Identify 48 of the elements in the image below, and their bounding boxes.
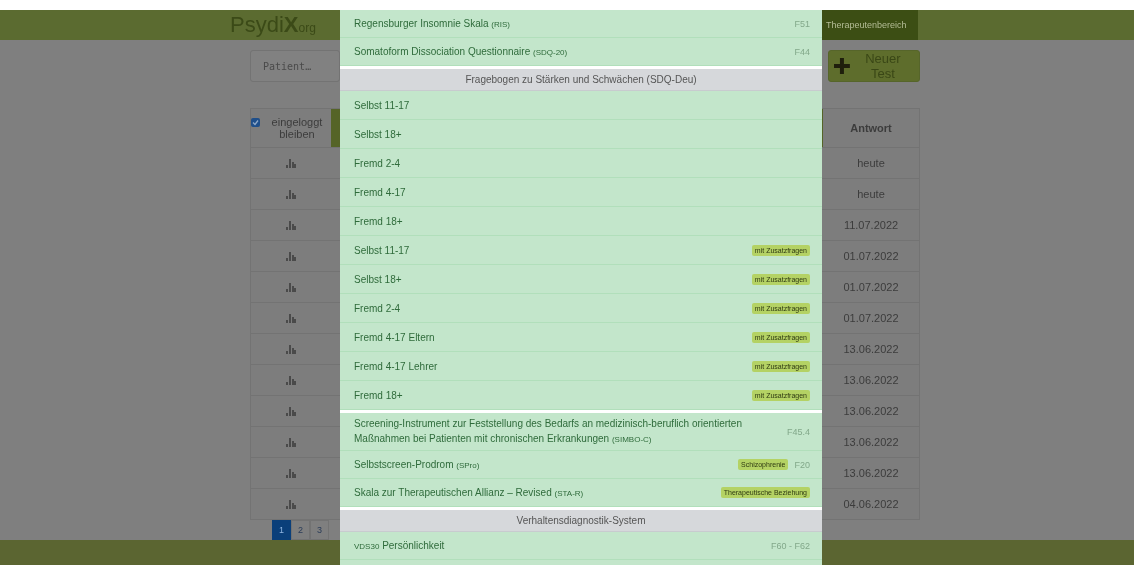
- date-cell: 13.06.2022: [843, 436, 899, 449]
- bar-chart-icon[interactable]: [286, 158, 296, 169]
- test-list-item[interactable]: Fremd 2-4: [340, 149, 822, 178]
- section-header: Verhaltensdiagnostik-System: [340, 510, 822, 532]
- test-list-item[interactable]: VDS30 Persönlichkeit F60 - F62: [340, 532, 822, 560]
- bar-chart-icon[interactable]: [286, 344, 296, 355]
- test-list-item[interactable]: Fremd 18+: [340, 207, 822, 236]
- diagnosis-code: F20: [794, 459, 810, 470]
- date-cell: 13.06.2022: [843, 405, 899, 418]
- date-cell: heute: [857, 188, 885, 201]
- page-button[interactable]: 2: [291, 520, 310, 541]
- date-cell: 04.06.2022: [843, 498, 899, 511]
- page-button[interactable]: 3: [310, 520, 329, 541]
- bar-chart-icon[interactable]: [286, 220, 296, 231]
- bar-chart-icon[interactable]: [286, 189, 296, 200]
- date-cell: heute: [857, 157, 885, 170]
- plus-icon: [834, 58, 850, 75]
- bar-chart-icon[interactable]: [286, 406, 296, 417]
- date-cell: 13.06.2022: [843, 343, 899, 356]
- test-list-item[interactable]: Selbst 18+: [340, 120, 822, 149]
- bar-chart-icon[interactable]: [286, 313, 296, 324]
- checkbox-label: eingeloggt bleiben: [270, 116, 324, 141]
- date-cell: 11.07.2022: [843, 219, 899, 232]
- diagnosis-code: F60 - F62: [771, 540, 810, 551]
- bar-chart-icon[interactable]: [286, 499, 296, 510]
- bar-chart-icon[interactable]: [286, 375, 296, 386]
- diagnosis-code: F44: [794, 46, 810, 57]
- diagnosis-code: F51: [794, 18, 810, 29]
- test-list-item[interactable]: Fremd 4-17: [340, 178, 822, 207]
- bar-chart-icon[interactable]: [286, 251, 296, 262]
- section-header: Fragebogen zu Stärken und Schwächen (SDQ-Deu): [340, 69, 822, 91]
- test-list-item[interactable]: Selbst 11-17: [340, 91, 822, 120]
- date-cell: 13.06.2022: [843, 374, 899, 387]
- date-cell: 01.07.2022: [843, 250, 899, 263]
- therapist-area-button[interactable]: Therapeutenbereich: [822, 10, 918, 41]
- date-cell: 01.07.2022: [843, 281, 899, 294]
- bar-chart-icon[interactable]: [286, 282, 296, 293]
- test-list-item[interactable]: Screening-Instrument zur Feststellung des Bedarfs an medizinisch-beruflich orientierten Maßnahmen bei Patienten mit chronischen Erkrankungen (SIMBO-C) F45.4: [340, 413, 822, 451]
- bar-chart-icon[interactable]: [286, 468, 296, 479]
- bar-chart-icon[interactable]: [286, 437, 296, 448]
- checkbox[interactable]: [251, 118, 260, 128]
- test-list-item[interactable]: Somatoform Dissociation Questionnaire (SDQ-20) F44: [340, 38, 822, 66]
- column-header: Antwort: [850, 122, 892, 135]
- page-button[interactable]: 1: [272, 520, 291, 541]
- test-list-item[interactable]: Regensburger Insomnie Skala (RIS) F51: [340, 10, 822, 38]
- date-cell: 13.06.2022: [843, 467, 899, 480]
- date-cell: 01.07.2022: [843, 312, 899, 325]
- diagnosis-code: F45.4: [787, 426, 810, 437]
